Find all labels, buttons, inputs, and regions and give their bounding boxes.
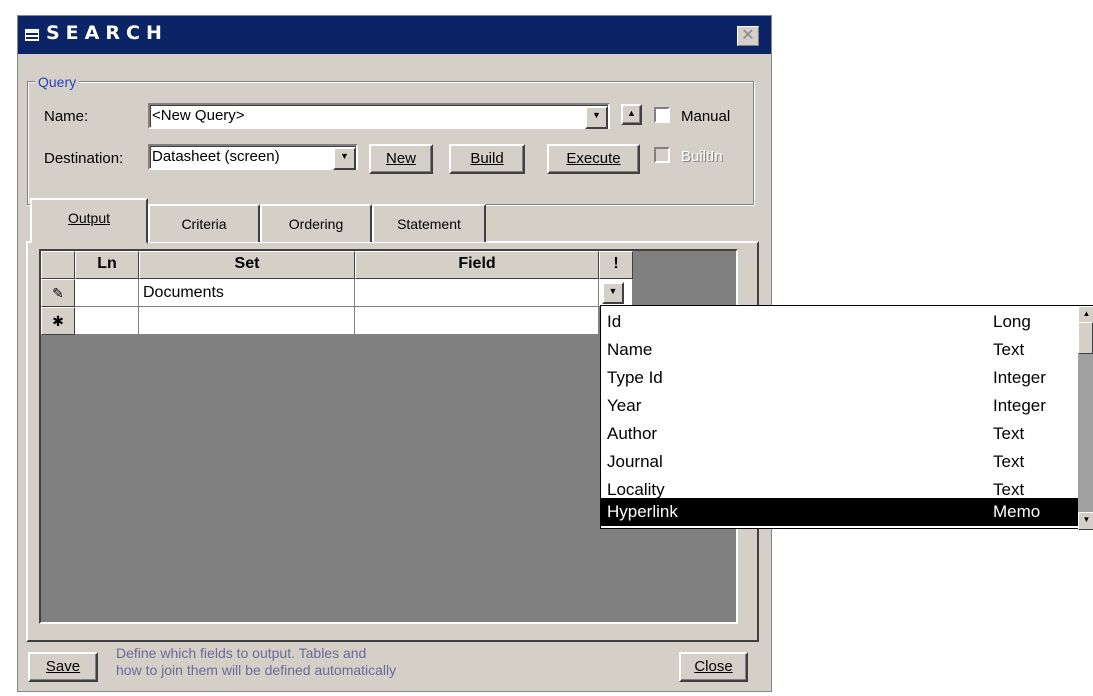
destination-combobox-value: Datasheet (screen)	[152, 148, 280, 165]
close-window-button[interactable]: ✕	[737, 26, 759, 46]
column-header-ln[interactable]: Ln	[75, 251, 139, 279]
row-selector-editing[interactable]: ✎	[41, 279, 75, 307]
scrollbar-track[interactable]	[1078, 354, 1093, 512]
name-combobox-value: <New Query>	[152, 107, 245, 124]
builtin-checkbox	[654, 147, 670, 163]
field-dropdown-list[interactable]: Id Long Name Text Type Id Integer Year I…	[600, 305, 1093, 530]
destination-combobox[interactable]: Datasheet (screen) ▼	[148, 144, 358, 170]
chevron-down-icon[interactable]: ▼	[585, 106, 608, 129]
list-item[interactable]: Name Text	[601, 336, 1078, 364]
row-selector-new[interactable]: ✱	[41, 307, 75, 335]
tab-criteria[interactable]: Criteria	[148, 204, 260, 242]
new-button[interactable]: New	[369, 144, 433, 174]
manual-checkbox[interactable]	[654, 107, 670, 123]
dropdown-scrollbar[interactable]: ▲ ▼	[1078, 306, 1093, 530]
column-header-flag[interactable]: !	[599, 251, 633, 279]
close-icon: ✕	[741, 27, 755, 44]
list-item[interactable]: Author Text	[601, 420, 1078, 448]
cell-ln[interactable]	[75, 279, 139, 307]
cell-set[interactable]: Documents	[139, 279, 355, 307]
name-combobox[interactable]: <New Query> ▼	[148, 103, 610, 129]
destination-label: Destination:	[44, 150, 124, 167]
query-group	[27, 81, 754, 205]
list-item[interactable]: Journal Text	[601, 448, 1078, 476]
column-header-field[interactable]: Field	[355, 251, 599, 279]
build-button[interactable]: Build	[449, 144, 525, 174]
execute-button[interactable]: Execute	[547, 144, 640, 174]
list-item[interactable]: Id Long	[601, 308, 1078, 336]
scroll-down-button[interactable]: ▼	[1078, 512, 1093, 530]
move-up-button[interactable]: ▲	[621, 104, 642, 125]
chevron-up-icon: ▲	[627, 108, 636, 118]
pencil-icon: ✎	[52, 285, 64, 301]
close-button[interactable]: Close	[679, 652, 748, 682]
hint-text: Define which fields to output. Tables an…	[116, 645, 397, 678]
column-header-set[interactable]: Set	[139, 251, 355, 279]
list-item-selected[interactable]: Hyperlink Memo	[601, 498, 1078, 526]
window-title: SEARCH	[46, 22, 168, 44]
cell-field-dropdown[interactable]: ▼	[599, 279, 633, 307]
builtin-label: BuiltIn	[681, 148, 723, 165]
tab-statement[interactable]: Statement	[372, 204, 486, 242]
tab-ordering[interactable]: Ordering	[260, 204, 372, 242]
title-bar[interactable]: SEARCH ✕	[18, 16, 771, 54]
cell-field[interactable]	[355, 307, 599, 335]
tab-output[interactable]: Output	[30, 198, 148, 244]
chevron-down-icon[interactable]: ▼	[602, 282, 624, 304]
query-group-label: Query	[35, 74, 80, 90]
list-item[interactable]: Type Id Integer	[601, 364, 1078, 392]
chevron-down-icon[interactable]: ▼	[333, 147, 356, 170]
name-label: Name:	[44, 108, 89, 125]
form-icon	[25, 29, 39, 41]
cell-ln[interactable]	[75, 307, 139, 335]
list-item[interactable]: Year Integer	[601, 392, 1078, 420]
cell-set[interactable]	[139, 307, 355, 335]
cell-field[interactable]	[355, 279, 599, 307]
grid-corner	[41, 251, 75, 279]
manual-label: Manual	[681, 108, 731, 125]
scrollbar-thumb[interactable]	[1078, 322, 1093, 354]
asterisk-icon: ✱	[52, 313, 64, 329]
save-button[interactable]: Save	[28, 652, 98, 682]
